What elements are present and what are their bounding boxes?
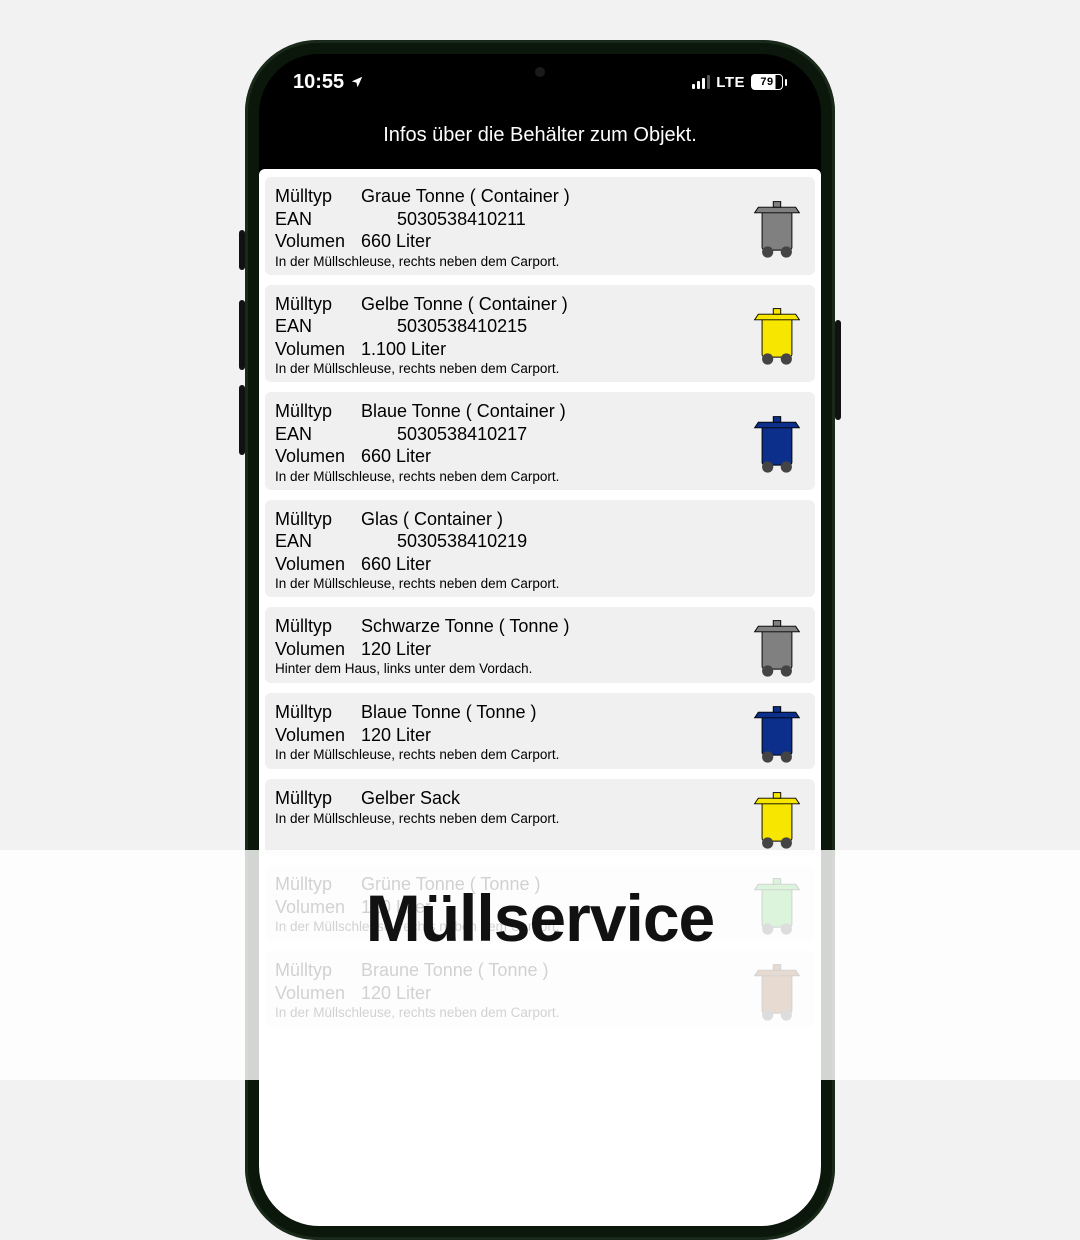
- label-type: Mülltyp: [275, 293, 361, 316]
- bin-note: In der Müllschleuse, rechts neben dem Ca…: [275, 361, 743, 376]
- trash-bin-icon: [749, 787, 805, 849]
- caption-title: Müllservice: [366, 880, 715, 956]
- trash-bin-icon: [749, 411, 805, 473]
- label-volume: Volumen: [275, 230, 361, 253]
- bin-volume: 1.100 Liter: [361, 338, 446, 361]
- bin-note: In der Müllschleuse, rechts neben dem Ca…: [275, 576, 743, 591]
- side-button: [239, 230, 245, 270]
- bin-volume: 120 Liter: [361, 724, 431, 747]
- bin-ean: 5030538410211: [361, 208, 526, 231]
- location-arrow-icon: [350, 75, 364, 89]
- bin-note: Hinter dem Haus, links unter dem Vordach…: [275, 661, 743, 676]
- bin-card[interactable]: MülltypSchwarze Tonne ( Tonne )Volumen12…: [265, 607, 815, 683]
- label-type: Mülltyp: [275, 787, 361, 810]
- bin-type: Blaue Tonne ( Tonne ): [361, 701, 536, 724]
- bin-type: Graue Tonne ( Container ): [361, 185, 570, 208]
- caption-overlay: Müllservice: [0, 850, 1080, 1080]
- bin-card[interactable]: MülltypGelbe Tonne ( Container )EAN50305…: [265, 285, 815, 383]
- bin-card[interactable]: MülltypGelber SackIn der Müllschleuse, r…: [265, 779, 815, 855]
- status-time: 10:55: [293, 71, 344, 94]
- bin-volume: 660 Liter: [361, 445, 431, 468]
- bin-volume: 660 Liter: [361, 230, 431, 253]
- notch: [445, 54, 635, 90]
- bin-type: Gelbe Tonne ( Container ): [361, 293, 568, 316]
- label-ean: EAN: [275, 315, 361, 338]
- trash-bin-icon: [749, 701, 805, 763]
- trash-bin-icon: [749, 303, 805, 365]
- network-label: LTE: [716, 74, 745, 91]
- label-volume: Volumen: [275, 724, 361, 747]
- bin-volume: 120 Liter: [361, 638, 431, 661]
- bin-note: In der Müllschleuse, rechts neben dem Ca…: [275, 811, 743, 826]
- battery-level: 79: [751, 74, 783, 90]
- label-ean: EAN: [275, 208, 361, 231]
- label-type: Mülltyp: [275, 508, 361, 531]
- label-type: Mülltyp: [275, 185, 361, 208]
- bin-card[interactable]: MülltypGraue Tonne ( Container )EAN50305…: [265, 177, 815, 275]
- bin-ean: 5030538410219: [361, 530, 527, 553]
- label-type: Mülltyp: [275, 400, 361, 423]
- bin-ean: 5030538410217: [361, 423, 527, 446]
- bin-type: Gelber Sack: [361, 787, 460, 810]
- trash-bin-icon: [749, 615, 805, 677]
- trash-bin-icon: [749, 518, 805, 580]
- bin-type: Glas ( Container ): [361, 508, 503, 531]
- bin-ean: 5030538410215: [361, 315, 527, 338]
- bin-card[interactable]: MülltypBlaue Tonne ( Tonne )Volumen120 L…: [265, 693, 815, 769]
- bin-note: In der Müllschleuse, rechts neben dem Ca…: [275, 469, 743, 484]
- signal-icon: [692, 75, 710, 89]
- label-ean: EAN: [275, 530, 361, 553]
- bin-note: In der Müllschleuse, rechts neben dem Ca…: [275, 747, 743, 762]
- label-type: Mülltyp: [275, 615, 361, 638]
- bin-volume: 660 Liter: [361, 553, 431, 576]
- bin-note: In der Müllschleuse, rechts neben dem Ca…: [275, 254, 743, 269]
- side-button: [239, 300, 245, 370]
- label-ean: EAN: [275, 423, 361, 446]
- page-title: Infos über die Behälter zum Objekt.: [259, 110, 821, 169]
- label-volume: Volumen: [275, 445, 361, 468]
- label-type: Mülltyp: [275, 701, 361, 724]
- bin-type: Blaue Tonne ( Container ): [361, 400, 566, 423]
- bin-card[interactable]: MülltypBlaue Tonne ( Container )EAN50305…: [265, 392, 815, 490]
- trash-bin-icon: [749, 196, 805, 258]
- bin-card[interactable]: MülltypGlas ( Container )EAN503053841021…: [265, 500, 815, 598]
- label-volume: Volumen: [275, 338, 361, 361]
- label-volume: Volumen: [275, 638, 361, 661]
- side-button: [835, 320, 841, 420]
- battery-icon: 79: [751, 74, 787, 90]
- label-volume: Volumen: [275, 553, 361, 576]
- bin-type: Schwarze Tonne ( Tonne ): [361, 615, 569, 638]
- side-button: [239, 385, 245, 455]
